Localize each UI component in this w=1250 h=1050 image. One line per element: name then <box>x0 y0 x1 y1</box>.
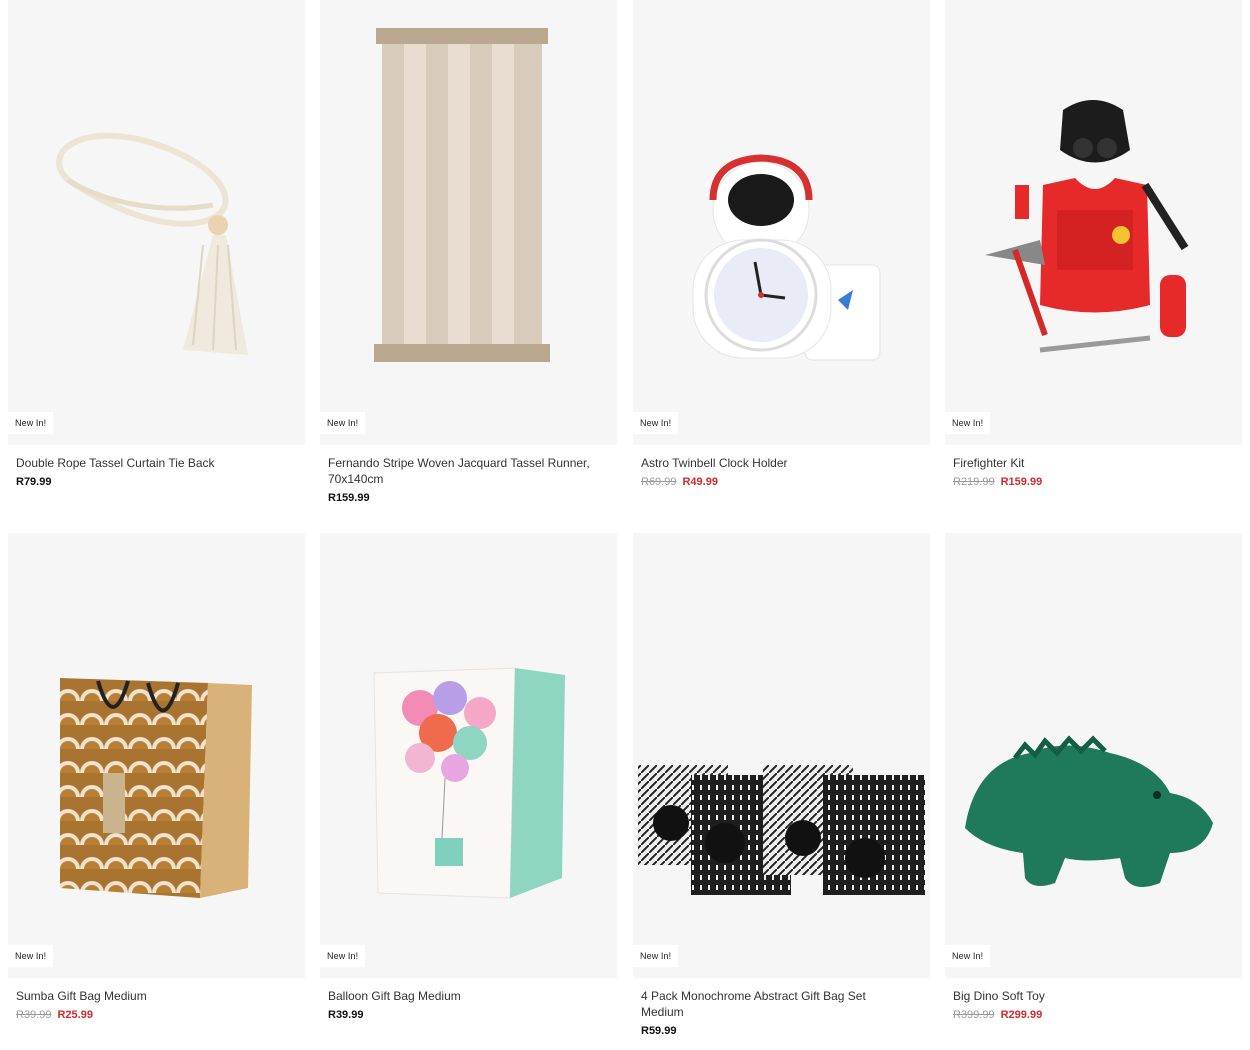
product-image[interactable]: New In! <box>633 533 930 978</box>
product-grid: New In! Double Rope Tassel Curtain Tie B… <box>0 0 1250 1050</box>
product-card[interactable]: New In! Astro Twinbell Clock Holder R69.… <box>633 0 930 489</box>
product-name[interactable]: Double Rope Tassel Curtain Tie Back <box>16 455 286 471</box>
price-row: R39.99 R25.99 <box>16 1008 305 1022</box>
product-price: R159.99 <box>328 492 370 504</box>
new-in-badge: New In! <box>633 412 679 434</box>
product-card[interactable]: New In! 4 Pack Monochrome Abstract Gift … <box>633 533 930 1038</box>
new-in-badge: New In! <box>945 412 991 434</box>
new-in-badge: New In! <box>8 945 54 967</box>
new-in-badge: New In! <box>633 945 679 967</box>
striped-runner-icon <box>374 28 550 362</box>
product-card[interactable]: New In! Big Dino Soft Toy R399.99 R299.99 <box>945 533 1242 1022</box>
sale-price: R49.99 <box>682 476 718 488</box>
product-image[interactable]: New In! <box>320 0 617 445</box>
new-in-badge: New In! <box>320 412 366 434</box>
product-image[interactable]: New In! <box>8 533 305 978</box>
product-name[interactable]: Firefighter Kit <box>953 455 1223 471</box>
price-row: R69.99 R49.99 <box>641 475 930 489</box>
sale-price: R159.99 <box>1000 476 1043 488</box>
price-row: R399.99 R299.99 <box>953 1008 1242 1022</box>
product-name[interactable]: Balloon Gift Bag Medium <box>328 988 598 1004</box>
price-row: R159.99 <box>328 491 617 505</box>
product-card[interactable]: New In! Sumba Gift Bag Medium R39.99 R25.… <box>8 533 305 1022</box>
monochrome-bags-icon <box>638 765 925 895</box>
product-card[interactable]: New In! Firefighter Kit R219.99 R159.99 <box>945 0 1242 489</box>
product-name[interactable]: Fernando Stripe Woven Jacquard Tassel Ru… <box>328 455 598 487</box>
product-image[interactable]: New In! <box>945 0 1242 445</box>
price-row: R79.99 <box>16 475 305 489</box>
new-in-badge: New In! <box>320 945 366 967</box>
product-name[interactable]: Astro Twinbell Clock Holder <box>641 455 911 471</box>
balloon-gift-bag-icon <box>373 667 565 899</box>
firefighter-kit-icon <box>985 100 1189 353</box>
price-row: R39.99 <box>328 1008 617 1022</box>
sale-price: R299.99 <box>1000 1009 1043 1021</box>
astronaut-clock-icon <box>692 154 881 361</box>
product-image[interactable]: New In! <box>8 0 305 445</box>
dino-toy-icon <box>965 735 1213 887</box>
product-image[interactable]: New In! <box>633 0 930 445</box>
original-price: R399.99 <box>953 1009 995 1021</box>
product-card[interactable]: New In! Balloon Gift Bag Medium R39.99 <box>320 533 617 1022</box>
product-price: R79.99 <box>16 476 52 488</box>
new-in-badge: New In! <box>8 412 54 434</box>
product-name[interactable]: 4 Pack Monochrome Abstract Gift Bag Set … <box>641 988 911 1020</box>
gift-bag-icon <box>60 678 252 898</box>
price-row: R59.99 <box>641 1024 930 1038</box>
product-card[interactable]: New In! Fernando Stripe Woven Jacquard T… <box>320 0 617 505</box>
price-row: R219.99 R159.99 <box>953 475 1242 489</box>
original-price: R219.99 <box>953 476 995 488</box>
product-image[interactable]: New In! <box>945 533 1242 978</box>
original-price: R39.99 <box>16 1009 52 1021</box>
product-name[interactable]: Big Dino Soft Toy <box>953 988 1223 1004</box>
product-price: R39.99 <box>328 1009 364 1021</box>
sale-price: R25.99 <box>57 1009 93 1021</box>
new-in-badge: New In! <box>945 945 991 967</box>
product-image[interactable]: New In! <box>320 533 617 978</box>
original-price: R69.99 <box>641 476 677 488</box>
product-name[interactable]: Sumba Gift Bag Medium <box>16 988 286 1004</box>
product-price: R59.99 <box>641 1025 677 1037</box>
rope-tassel-icon <box>56 132 248 355</box>
product-card[interactable]: New In! Double Rope Tassel Curtain Tie B… <box>8 0 305 489</box>
